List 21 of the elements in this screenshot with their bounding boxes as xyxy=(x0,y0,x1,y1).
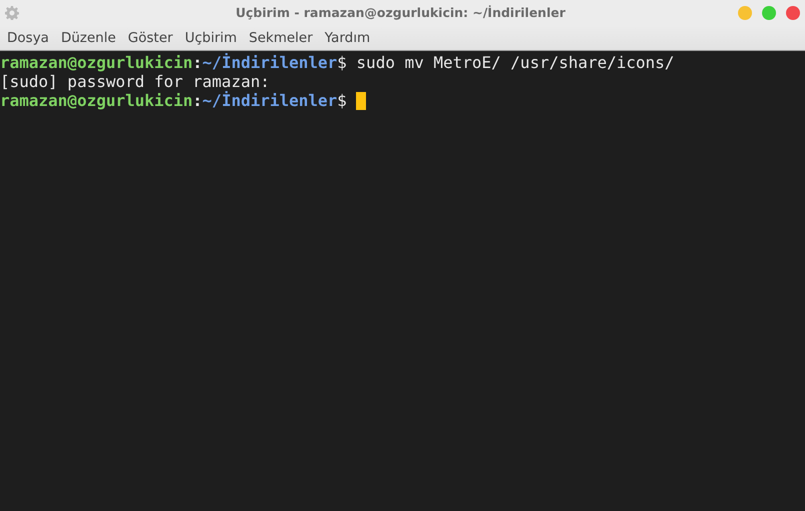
terminal-text: $ xyxy=(337,91,348,110)
prompt-user: ramazan@ozgurlukicin xyxy=(0,91,193,110)
gear-icon[interactable] xyxy=(5,6,19,20)
minimize-button[interactable] xyxy=(738,6,752,20)
terminal-text: $ sudo mv MetroE/ /usr/share/icons/ xyxy=(337,53,674,72)
close-button[interactable] xyxy=(786,6,800,20)
terminal-text: [sudo] password for ramazan: xyxy=(0,72,270,91)
prompt-separator: : xyxy=(192,91,202,110)
menu-item[interactable]: Yardım xyxy=(320,30,376,46)
menu-item[interactable]: Düzenle xyxy=(56,30,121,46)
menu-item[interactable]: Dosya xyxy=(2,30,54,46)
menu-item[interactable]: Sekmeler xyxy=(244,30,318,46)
text-cursor xyxy=(356,92,366,110)
window-title: Uçbirim - ramazan@ozgurlukicin: ~/İndirilenler xyxy=(234,5,566,20)
prompt-user: ramazan@ozgurlukicin xyxy=(0,53,193,72)
prompt-separator: : xyxy=(192,53,202,72)
maximize-button[interactable] xyxy=(762,6,776,20)
prompt-path: ~/İndirilenler xyxy=(202,53,338,72)
prompt-path: ~/İndirilenler xyxy=(202,91,338,110)
menu-item[interactable]: Göster xyxy=(122,30,178,46)
menu-item[interactable]: Uçbirim xyxy=(180,30,242,46)
